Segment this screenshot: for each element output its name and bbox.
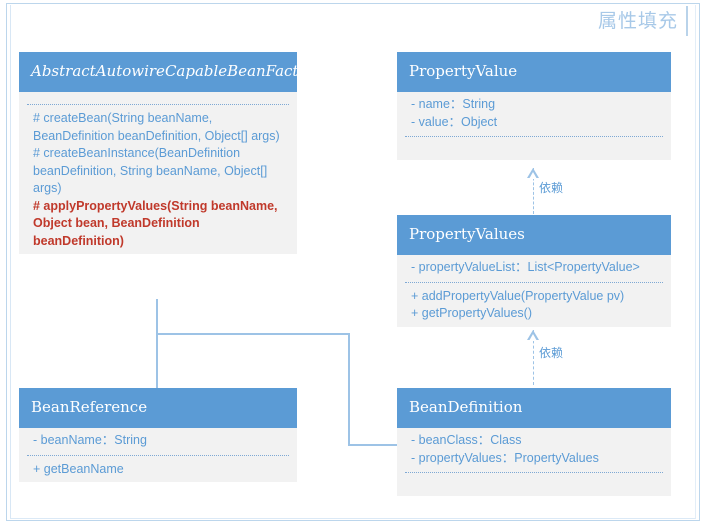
attributes-section (19, 92, 297, 103)
heading-rule (686, 6, 688, 36)
class-box-property-value[interactable]: PropertyValue - name：String - value：Obje… (397, 52, 671, 160)
section-divider (405, 136, 663, 137)
method-item-highlighted: # applyPropertyValues(String beanName, O… (33, 198, 282, 248)
method-item: # createBeanInstance(BeanDefinition bean… (33, 146, 271, 195)
class-box-property-values[interactable]: PropertyValues - propertyValueList：List<… (397, 215, 671, 327)
connector-to-bean-definition-horizontal (348, 444, 398, 446)
method-item: + getPropertyValues() (411, 306, 533, 320)
attribute-item: - value：Object (411, 114, 498, 129)
page-title: 属性填充 (597, 10, 678, 32)
class-name-bean-definition: BeanDefinition (397, 388, 671, 428)
section-divider (405, 281, 663, 283)
connector-to-bean-definition-vertical (348, 333, 350, 445)
dependency-label: 依赖 (537, 344, 566, 361)
attribute-item: - propertyValues：PropertyValues (411, 450, 599, 465)
diagram-canvas: 属性填充 依赖 依赖 AbstractAutowireCapableBeanFa… (0, 0, 706, 529)
attributes-section: - name：String - value：Object (397, 92, 671, 135)
class-box-bean-reference[interactable]: BeanReference - beanName：String + getBea… (19, 388, 297, 482)
attribute-item: - name：String (411, 97, 496, 111)
attributes-section: - propertyValueList：List<PropertyValue> (397, 255, 671, 281)
methods-section (397, 138, 671, 160)
methods-section (397, 474, 671, 496)
class-name-bean-reference: BeanReference (19, 388, 297, 428)
attributes-section: - beanClass：Class - propertyValues：Prope… (397, 428, 671, 471)
class-name-property-value: PropertyValue (397, 52, 671, 92)
attributes-section: - beanName：String (19, 428, 297, 454)
methods-section: + getBeanName (19, 457, 297, 483)
class-name-abstract-autowire-capable-bean-factory: AbstractAutowireCapableBeanFactory (19, 52, 323, 92)
section-divider (405, 472, 663, 473)
attribute-item: - propertyValueList：List<PropertyValue> (411, 260, 640, 274)
methods-section: # createBean(String beanName, BeanDefini… (19, 106, 297, 254)
connector-factory-vertical (156, 299, 158, 391)
methods-section: + addPropertyValue(PropertyValue pv) + g… (397, 284, 671, 327)
attribute-item: - beanName：String (33, 433, 147, 447)
method-item: + getBeanName (33, 461, 124, 476)
connector-factory-horizontal (156, 333, 350, 335)
class-box-bean-definition[interactable]: BeanDefinition - beanClass：Class - prope… (397, 388, 671, 496)
attribute-item: - beanClass：Class (411, 433, 522, 447)
method-item: # createBean(String beanName, BeanDefini… (33, 111, 280, 143)
section-divider (27, 104, 289, 105)
section-divider (27, 454, 289, 456)
class-box-abstract-autowire-capable-bean-factory[interactable]: AbstractAutowireCapableBeanFactory # cre… (19, 52, 323, 254)
class-name-property-values: PropertyValues (397, 215, 671, 255)
method-item: + addPropertyValue(PropertyValue pv) (411, 288, 625, 303)
dependency-label: 依赖 (537, 179, 566, 196)
